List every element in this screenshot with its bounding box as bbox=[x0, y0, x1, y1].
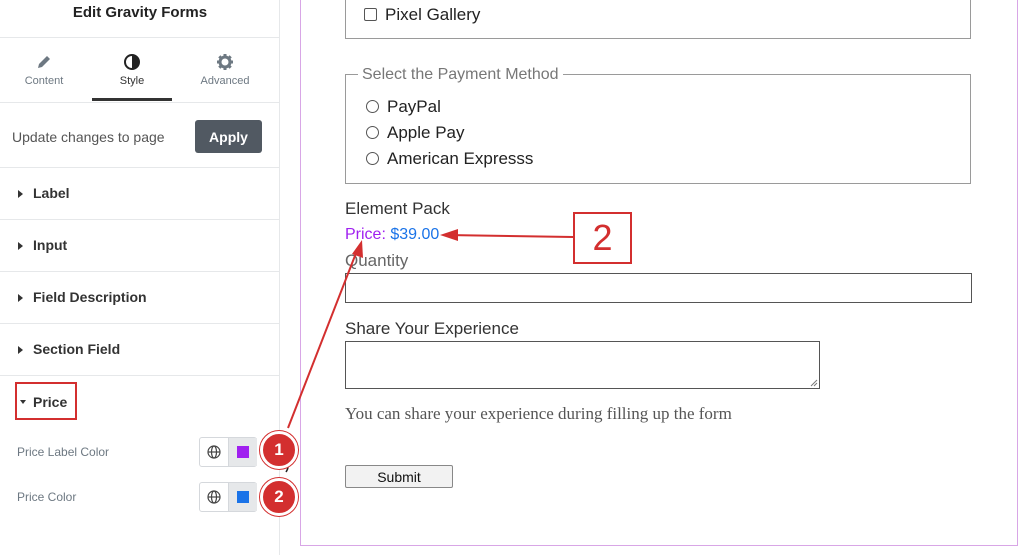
step-badge-2: 2 bbox=[260, 478, 298, 516]
section-field-description-title: Field Description bbox=[33, 289, 147, 305]
product-price: Price: $39.00 bbox=[345, 226, 439, 244]
step-badge-1: 1 bbox=[260, 431, 298, 469]
payment-option-amex[interactable]: American Expresss bbox=[366, 149, 533, 169]
tab-content[interactable]: Content bbox=[0, 39, 88, 101]
globe-icon[interactable] bbox=[200, 438, 228, 466]
update-text: Update changes to page bbox=[12, 129, 165, 145]
experience-textarea[interactable] bbox=[345, 341, 820, 389]
submit-button[interactable]: Submit bbox=[345, 465, 453, 488]
payment-option-paypal[interactable]: PayPal bbox=[366, 97, 441, 117]
caret-right-icon bbox=[18, 346, 23, 354]
section-price-title: Price bbox=[33, 394, 68, 410]
panel-title: Edit Gravity Forms bbox=[0, 0, 280, 38]
payment-option-label: PayPal bbox=[387, 97, 441, 116]
tab-advanced[interactable]: Advanced bbox=[181, 39, 269, 101]
caret-right-icon bbox=[18, 242, 23, 250]
editor-panel: Edit Gravity Forms Content Style Advance… bbox=[0, 0, 280, 555]
price-value: $39.00 bbox=[390, 226, 440, 243]
payment-option-apple-pay[interactable]: Apple Pay bbox=[366, 123, 465, 143]
caret-right-icon bbox=[18, 190, 23, 198]
section-input[interactable]: Input bbox=[0, 220, 280, 272]
section-section-field-title: Section Field bbox=[33, 341, 121, 357]
checkbox-option[interactable]: Pixel Gallery bbox=[364, 5, 480, 25]
contrast-icon bbox=[124, 54, 140, 70]
section-price[interactable]: Price bbox=[15, 382, 77, 420]
quantity-input[interactable] bbox=[345, 273, 972, 303]
tab-style-label: Style bbox=[119, 75, 145, 87]
caret-down-icon bbox=[20, 400, 26, 404]
price-color-label: Price Color bbox=[17, 490, 77, 504]
apply-button[interactable]: Apply bbox=[195, 120, 262, 153]
radio-button[interactable] bbox=[366, 100, 379, 113]
section-field-description[interactable]: Field Description bbox=[0, 272, 280, 324]
section-section-field[interactable]: Section Field bbox=[0, 324, 280, 376]
price-label-color-picker[interactable] bbox=[228, 438, 257, 466]
price-color-picker[interactable] bbox=[228, 483, 257, 511]
radio-button[interactable] bbox=[366, 152, 379, 165]
price-label: Price: bbox=[345, 226, 386, 243]
price-label-color-label: Price Label Color bbox=[17, 445, 110, 459]
caret-right-icon bbox=[18, 294, 23, 302]
checkbox-option-label: Pixel Gallery bbox=[385, 5, 481, 24]
tab-style[interactable]: Style bbox=[88, 39, 176, 101]
callout-number: 2 bbox=[573, 212, 632, 264]
payment-legend: Select the Payment Method bbox=[358, 66, 563, 84]
experience-help-text: You can share your experience during fil… bbox=[345, 404, 732, 423]
resize-handle-icon[interactable] bbox=[810, 379, 818, 387]
tab-content-label: Content bbox=[24, 75, 64, 87]
tab-advanced-label: Advanced bbox=[200, 75, 250, 87]
pencil-icon bbox=[38, 56, 50, 68]
price-label-color-control bbox=[199, 437, 257, 467]
section-label-title: Label bbox=[33, 185, 70, 201]
quantity-label: Quantity bbox=[345, 251, 409, 270]
price-color-control bbox=[199, 482, 257, 512]
price-label-color-swatch bbox=[237, 446, 249, 458]
product-name: Element Pack bbox=[345, 199, 450, 218]
section-input-title: Input bbox=[33, 237, 68, 253]
checkbox[interactable] bbox=[364, 8, 377, 21]
price-color-swatch bbox=[237, 491, 249, 503]
radio-button[interactable] bbox=[366, 126, 379, 139]
panel-tabs: Content Style Advanced bbox=[0, 39, 280, 101]
update-row: Update changes to page Apply bbox=[0, 102, 280, 168]
gear-icon bbox=[217, 54, 233, 70]
globe-icon[interactable] bbox=[200, 483, 228, 511]
payment-option-label: American Expresss bbox=[387, 149, 534, 168]
experience-label: Share Your Experience bbox=[345, 319, 519, 338]
payment-option-label: Apple Pay bbox=[387, 123, 465, 142]
section-label[interactable]: Label bbox=[0, 168, 280, 220]
